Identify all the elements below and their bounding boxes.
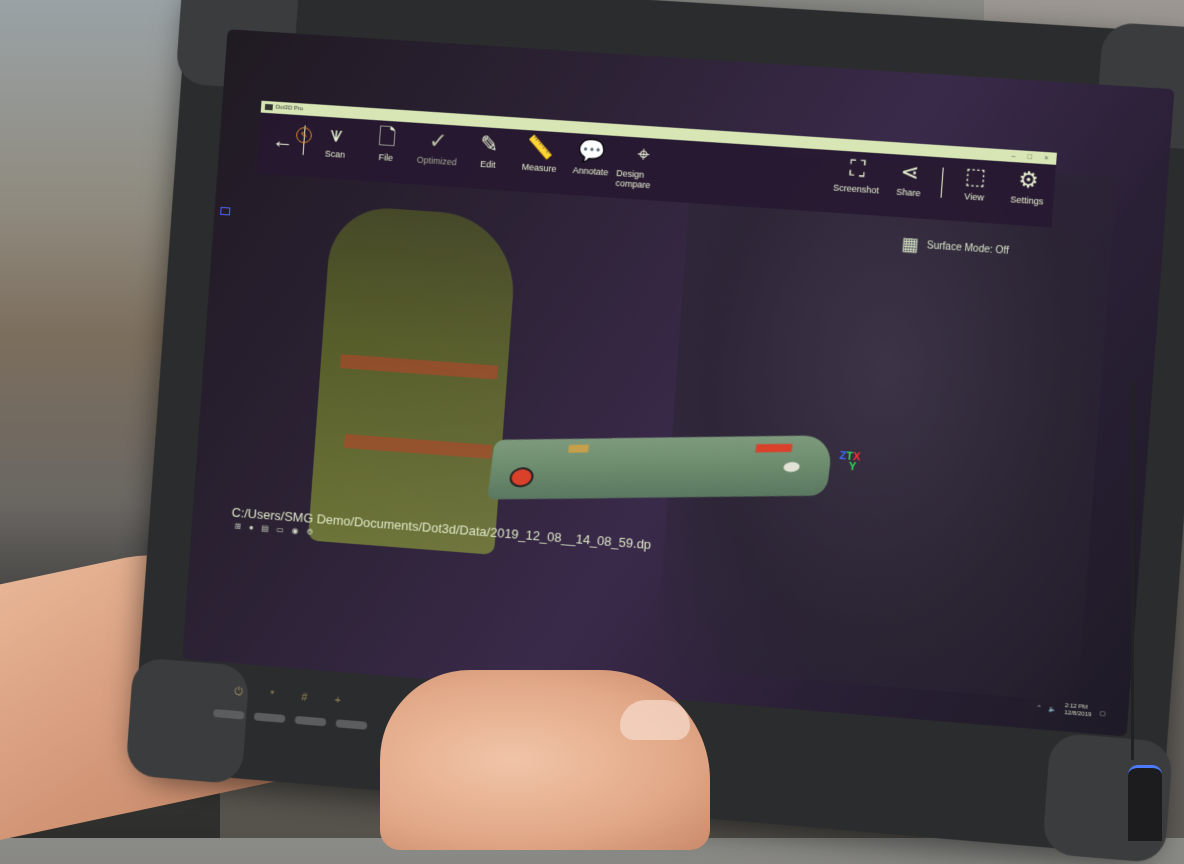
clock[interactable]: 2:12 PM 12/8/2019 — [1064, 703, 1092, 719]
measure-label: Measure — [521, 161, 557, 174]
model-red-marking — [755, 443, 793, 453]
file-button[interactable]: 🗋 File — [360, 123, 414, 164]
tray-chevron-icon[interactable]: ^ — [1037, 705, 1040, 711]
scan-label: Scan — [324, 148, 346, 160]
optimized-button[interactable]: ✓ Optimized — [411, 127, 465, 168]
design-compare-icon: ⌖ — [636, 141, 651, 168]
surface-mesh-icon: ▦ — [900, 233, 920, 255]
point-cloud-model[interactable] — [487, 435, 834, 500]
axis-gizmo[interactable]: ZTX Y — [838, 450, 861, 473]
start-icon[interactable]: ⊞ — [234, 522, 241, 531]
settings-taskbar-icon[interactable]: ⚙ — [306, 527, 314, 536]
hand — [380, 670, 710, 850]
share-label: Share — [895, 186, 921, 199]
terminal-icon[interactable]: ▭ — [276, 525, 284, 534]
view-label: View — [963, 191, 985, 203]
stylus-lanyard — [1131, 380, 1134, 760]
edit-button[interactable]: ✎ Edit — [462, 130, 516, 171]
share-icon: ⋖ — [899, 158, 921, 186]
hash-label: # — [300, 691, 308, 704]
power-icon: ⏻ — [233, 686, 244, 699]
comment-icon: 💬 — [577, 137, 607, 165]
share-button[interactable]: ⋖ Share — [882, 158, 937, 200]
browser-icon[interactable]: ● — [249, 523, 254, 532]
settings-label: Settings — [1009, 194, 1044, 207]
view-button[interactable]: ⬚ View — [947, 162, 1002, 204]
back-arrow-icon[interactable]: ← — [271, 127, 294, 154]
star-label: * — [269, 689, 275, 702]
minimize-button[interactable]: – — [1011, 152, 1015, 159]
design-compare-label: Design compare — [615, 168, 651, 191]
ruler-icon: 📏 — [526, 134, 556, 161]
surface-mode-label: Surface Mode: Off — [926, 240, 1010, 257]
thumbnail — [620, 700, 690, 740]
scan-target-marker — [508, 467, 535, 488]
gear-icon: ⚙ — [1017, 166, 1040, 194]
annotate-label: Annotate — [572, 165, 609, 178]
scan-icon: ⩛ — [329, 121, 344, 147]
optimized-label: Optimized — [416, 154, 457, 168]
model-debris — [568, 444, 590, 453]
model-white-marking — [782, 461, 801, 473]
edit-label: Edit — [479, 158, 496, 170]
close-button[interactable]: × — [1044, 154, 1049, 161]
screenshot-label: Screenshot — [832, 182, 880, 196]
window-title: Dot3D Pro — [275, 104, 304, 113]
speaker-icon[interactable]: 🔈 — [1048, 705, 1056, 713]
tablet-screen: Dot3D Pro – □ × ← ✎ ⩛ Scan 🗋 File ✓ Opti… — [182, 29, 1175, 737]
maximize-button[interactable]: □ — [1027, 153, 1032, 160]
app-icon — [264, 103, 273, 111]
bumper-bottom-left — [125, 656, 250, 785]
plus-label: + — [334, 694, 342, 707]
app-red-icon[interactable]: ◉ — [291, 526, 298, 535]
desktop-icon[interactable] — [220, 206, 231, 216]
cube-icon: ⬚ — [964, 162, 988, 190]
plus-button[interactable] — [335, 719, 368, 730]
notification-icon[interactable]: ▢ — [1100, 709, 1106, 717]
hash-button[interactable] — [294, 715, 327, 727]
folder-icon[interactable]: ▤ — [261, 524, 269, 533]
stylus-pen[interactable] — [1128, 765, 1162, 841]
surface-mode-toggle[interactable]: ▦ Surface Mode: Off — [901, 234, 1010, 262]
settings-button[interactable]: ⚙ Settings — [1000, 165, 1056, 207]
measure-button[interactable]: 📏 Measure — [513, 133, 567, 174]
star-button[interactable] — [253, 712, 286, 723]
hardware-button-labels: ⏻ * # + — [233, 686, 342, 708]
file-icon: 🗋 — [377, 124, 397, 151]
clock-date: 12/8/2019 — [1063, 710, 1092, 719]
scan-button[interactable]: ⩛ Scan — [309, 120, 362, 161]
file-label: File — [378, 152, 394, 163]
design-compare-button[interactable]: ⌖ Design compare — [615, 140, 670, 191]
pencil-icon: ✎ — [479, 131, 500, 158]
check-icon: ✓ — [428, 127, 449, 154]
screenshot-icon: ⛶ — [848, 155, 867, 182]
annotate-button[interactable]: 💬 Annotate — [564, 137, 618, 178]
screenshot-button[interactable]: ⛶ Screenshot — [830, 154, 885, 196]
toolbar-separator — [940, 167, 944, 198]
system-tray: ^ 🔈 2:12 PM 12/8/2019 ▢ — [1037, 701, 1106, 721]
